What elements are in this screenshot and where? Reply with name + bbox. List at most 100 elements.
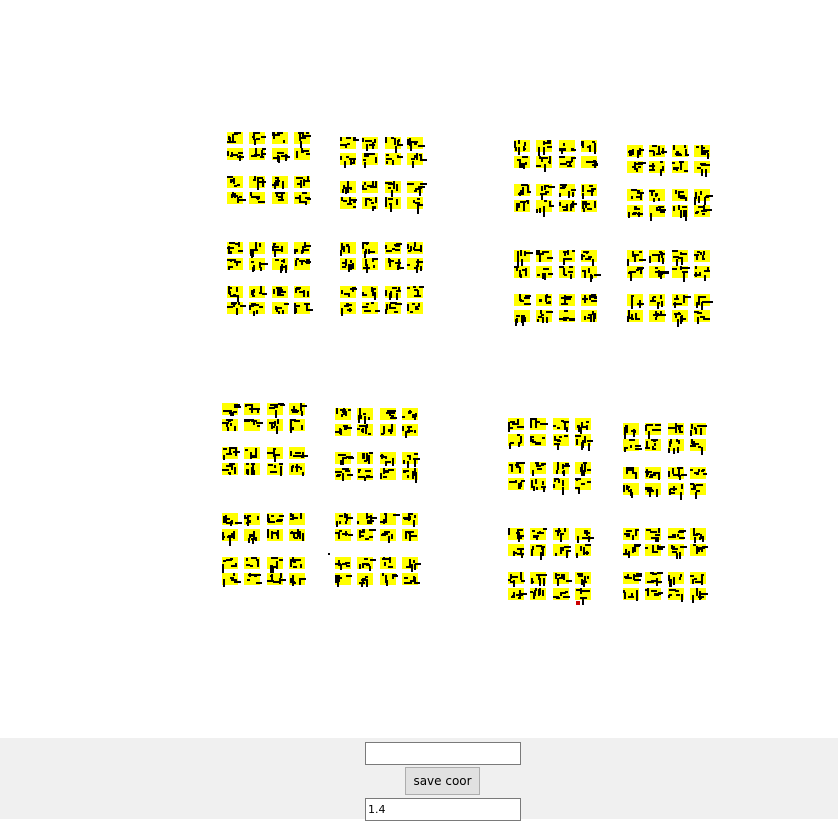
marker <box>380 557 396 569</box>
marker <box>362 137 378 151</box>
marker <box>272 286 288 298</box>
marker <box>559 200 577 212</box>
marker <box>623 467 639 479</box>
marker <box>559 250 575 265</box>
marker <box>514 294 531 306</box>
highlight-dot <box>576 601 580 605</box>
marker <box>575 544 591 558</box>
marker <box>553 434 569 450</box>
marker <box>690 588 708 603</box>
marker <box>690 439 706 455</box>
marker <box>508 418 524 432</box>
marker <box>559 310 575 322</box>
marker <box>645 467 661 480</box>
marker <box>340 197 357 209</box>
marker <box>402 513 418 527</box>
marker <box>335 408 351 420</box>
marker <box>581 200 597 212</box>
marker <box>244 573 262 585</box>
marker <box>362 258 378 273</box>
marker <box>694 266 710 281</box>
marker <box>294 132 311 148</box>
marker <box>536 250 553 262</box>
marker <box>222 557 238 574</box>
marker <box>668 467 687 480</box>
marker <box>575 528 594 543</box>
marker <box>407 302 423 314</box>
marker <box>340 242 356 256</box>
marker <box>559 266 575 279</box>
marker <box>668 439 684 454</box>
marker <box>335 529 353 541</box>
marker <box>690 544 708 556</box>
image-canvas[interactable] <box>0 0 838 738</box>
marker <box>222 513 242 526</box>
marker <box>627 189 644 201</box>
scale-entry[interactable] <box>365 798 521 821</box>
marker <box>536 266 553 280</box>
marker <box>402 452 420 469</box>
marker <box>627 145 644 158</box>
marker <box>623 572 642 584</box>
stray-dot <box>328 553 330 555</box>
marker <box>645 588 663 600</box>
marker <box>530 462 546 476</box>
marker <box>249 176 266 190</box>
marker <box>362 153 378 168</box>
marker <box>272 302 289 314</box>
marker <box>508 434 524 449</box>
marker <box>385 242 402 254</box>
marker <box>575 462 591 476</box>
marker <box>514 156 530 169</box>
marker <box>340 137 359 149</box>
marker <box>289 463 305 476</box>
marker <box>553 478 569 495</box>
marker <box>581 140 597 154</box>
marker <box>623 544 641 558</box>
marker <box>244 403 260 415</box>
marker <box>227 242 243 254</box>
marker <box>694 161 710 177</box>
save-coor-button[interactable]: save coor <box>405 767 480 795</box>
marker <box>272 148 290 163</box>
marker <box>407 242 423 254</box>
marker <box>402 424 418 438</box>
marker <box>627 294 644 309</box>
marker <box>536 200 554 217</box>
marker <box>289 447 308 459</box>
marker <box>581 294 597 306</box>
marker <box>649 294 665 309</box>
marker <box>357 468 373 481</box>
marker <box>244 557 260 569</box>
marker <box>357 452 373 464</box>
marker <box>272 192 288 204</box>
marker <box>357 424 373 436</box>
marker <box>672 145 689 157</box>
marker <box>690 528 706 543</box>
marker <box>645 572 663 586</box>
marker <box>335 513 353 527</box>
marker <box>227 132 243 144</box>
marker <box>407 181 427 196</box>
marker <box>294 242 311 254</box>
marker <box>289 419 305 433</box>
marker <box>357 557 376 571</box>
marker <box>244 419 263 431</box>
marker <box>690 572 706 585</box>
marker <box>222 403 241 416</box>
marker <box>514 200 530 212</box>
marker <box>559 156 576 168</box>
coordinate-entry[interactable] <box>365 742 521 765</box>
marker <box>530 572 547 586</box>
marker <box>402 557 421 572</box>
marker <box>672 250 688 266</box>
marker <box>249 286 267 298</box>
marker <box>294 258 311 270</box>
marker <box>536 310 553 323</box>
marker <box>362 242 378 259</box>
marker <box>668 544 687 559</box>
marker <box>249 148 266 160</box>
marker <box>272 132 288 144</box>
marker <box>623 439 642 452</box>
marker <box>694 189 713 205</box>
